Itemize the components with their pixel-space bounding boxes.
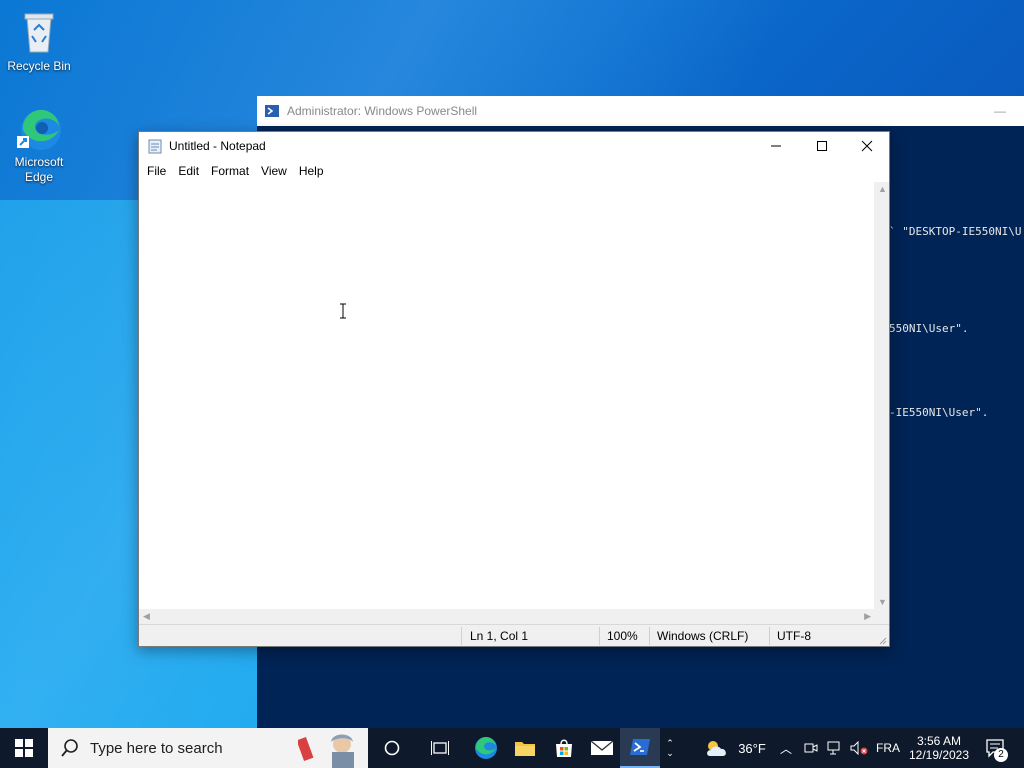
notepad-title: Untitled - Notepad [169, 139, 266, 153]
weather-cloud-icon [707, 741, 727, 756]
scroll-down-icon[interactable]: ▼ [878, 597, 887, 607]
taskbar-scroll-button[interactable]: ⌃ ⌄ [662, 728, 678, 768]
chevron-up-icon: ⌃ [666, 738, 674, 748]
taskbar-store-button[interactable] [544, 728, 584, 768]
task-view-button[interactable] [420, 728, 460, 768]
close-icon [861, 140, 873, 152]
network-icon [827, 741, 840, 755]
notepad-status-bar: Ln 1, Col 1 100% Windows (CRLF) UTF-8 [139, 624, 889, 646]
weather-widget[interactable]: 36°F [700, 728, 770, 768]
taskbar-mail-button[interactable] [582, 728, 622, 768]
taskbar-edge-button[interactable] [466, 728, 506, 768]
desktop-icon-microsoft-edge[interactable]: Microsoft Edge [3, 104, 75, 185]
menu-file[interactable]: File [141, 164, 172, 178]
menu-format[interactable]: Format [205, 164, 255, 178]
minimize-button[interactable] [753, 132, 799, 160]
powershell-icon [630, 739, 650, 755]
taskbar-search-box[interactable]: Type here to search [48, 728, 368, 768]
chevron-up-icon: ︿ [779, 741, 792, 756]
powershell-output-line: 550NI\User". [889, 322, 969, 335]
taskbar: Type here to search ⌃ ⌄ 36°F ︿ FRA 3:56 … [0, 728, 1024, 768]
edge-icon [475, 736, 497, 759]
powershell-minimize-button[interactable]: — [994, 104, 1006, 118]
clock-date: 12/19/2023 [908, 748, 970, 762]
scroll-up-icon[interactable]: ▲ [878, 184, 887, 194]
maximize-button[interactable] [799, 132, 845, 160]
clock-time: 3:56 AM [916, 734, 962, 748]
vertical-scrollbar[interactable]: ▲ ▼ [874, 182, 889, 609]
notepad-window[interactable]: Untitled - Notepad File Edit Format View… [138, 131, 890, 647]
volume-muted-icon [850, 741, 868, 755]
status-cursor-position: Ln 1, Col 1 [470, 629, 529, 643]
resize-grip-icon[interactable] [877, 634, 887, 645]
powershell-icon [265, 105, 279, 117]
status-line-ending: Windows (CRLF) [657, 629, 749, 643]
camera-icon [804, 743, 818, 753]
notification-count-badge: 2 [994, 748, 1008, 762]
recycle-bin-icon [15, 8, 63, 56]
tray-network-button[interactable] [824, 728, 846, 768]
text-cursor-icon [340, 303, 346, 319]
start-button[interactable] [0, 728, 48, 768]
maximize-icon [817, 141, 827, 151]
edge-icon [15, 104, 63, 152]
weather-temperature: 36°F [738, 740, 766, 756]
status-divider [461, 627, 462, 645]
search-highlight-illustration-icon [296, 730, 362, 768]
powershell-titlebar[interactable]: Administrator: Windows PowerShell — [257, 96, 1024, 126]
status-divider [769, 627, 770, 645]
microsoft-edge-label: Microsoft Edge [14, 155, 64, 184]
store-icon [556, 739, 572, 757]
cortana-circle-icon [384, 740, 400, 756]
minimize-icon [771, 145, 781, 147]
cortana-button[interactable] [372, 728, 412, 768]
menu-view[interactable]: View [255, 164, 293, 178]
tray-meet-now-button[interactable] [800, 728, 822, 768]
status-divider [649, 627, 650, 645]
status-encoding: UTF-8 [777, 629, 811, 643]
chevron-down-icon: ⌄ [666, 748, 674, 758]
notepad-icon [147, 138, 163, 154]
status-zoom: 100% [607, 629, 638, 643]
mail-icon [590, 740, 614, 755]
menu-help[interactable]: Help [293, 164, 330, 178]
powershell-title: Administrator: Windows PowerShell [287, 104, 478, 118]
tray-language-button[interactable]: FRA [872, 728, 904, 768]
tray-clock[interactable]: 3:56 AM 12/19/2023 [904, 728, 974, 768]
notepad-titlebar[interactable]: Untitled - Notepad [139, 132, 889, 160]
taskbar-file-explorer-button[interactable] [505, 728, 545, 768]
status-divider [599, 627, 600, 645]
scrollbar-corner [874, 609, 889, 624]
horizontal-scrollbar[interactable]: ◀ ▶ [139, 609, 875, 624]
taskbar-powershell-button[interactable] [620, 728, 660, 768]
folder-icon [515, 742, 535, 756]
task-view-icon [431, 741, 449, 755]
search-icon [61, 739, 78, 757]
input-language: FRA [876, 741, 900, 755]
action-center-button[interactable]: 2 [976, 728, 1016, 768]
desktop-icon-recycle-bin[interactable]: Recycle Bin [3, 8, 75, 74]
notepad-menubar: File Edit Format View Help [139, 160, 889, 182]
close-button[interactable] [844, 132, 890, 160]
powershell-output-line: -IE550NI\User". [889, 406, 989, 419]
menu-edit[interactable]: Edit [172, 164, 205, 178]
recycle-bin-label: Recycle Bin [7, 59, 71, 73]
scroll-right-icon[interactable]: ▶ [864, 611, 871, 622]
search-placeholder: Type here to search [90, 739, 223, 757]
powershell-output-line: ` "DESKTOP-IE550NI\U [889, 225, 1022, 238]
tray-volume-button[interactable] [848, 728, 870, 768]
scroll-left-icon[interactable]: ◀ [143, 611, 150, 622]
notepad-text-area[interactable] [139, 182, 875, 609]
windows-logo-icon [15, 739, 33, 757]
show-hidden-icons-button[interactable]: ︿ [776, 728, 796, 768]
